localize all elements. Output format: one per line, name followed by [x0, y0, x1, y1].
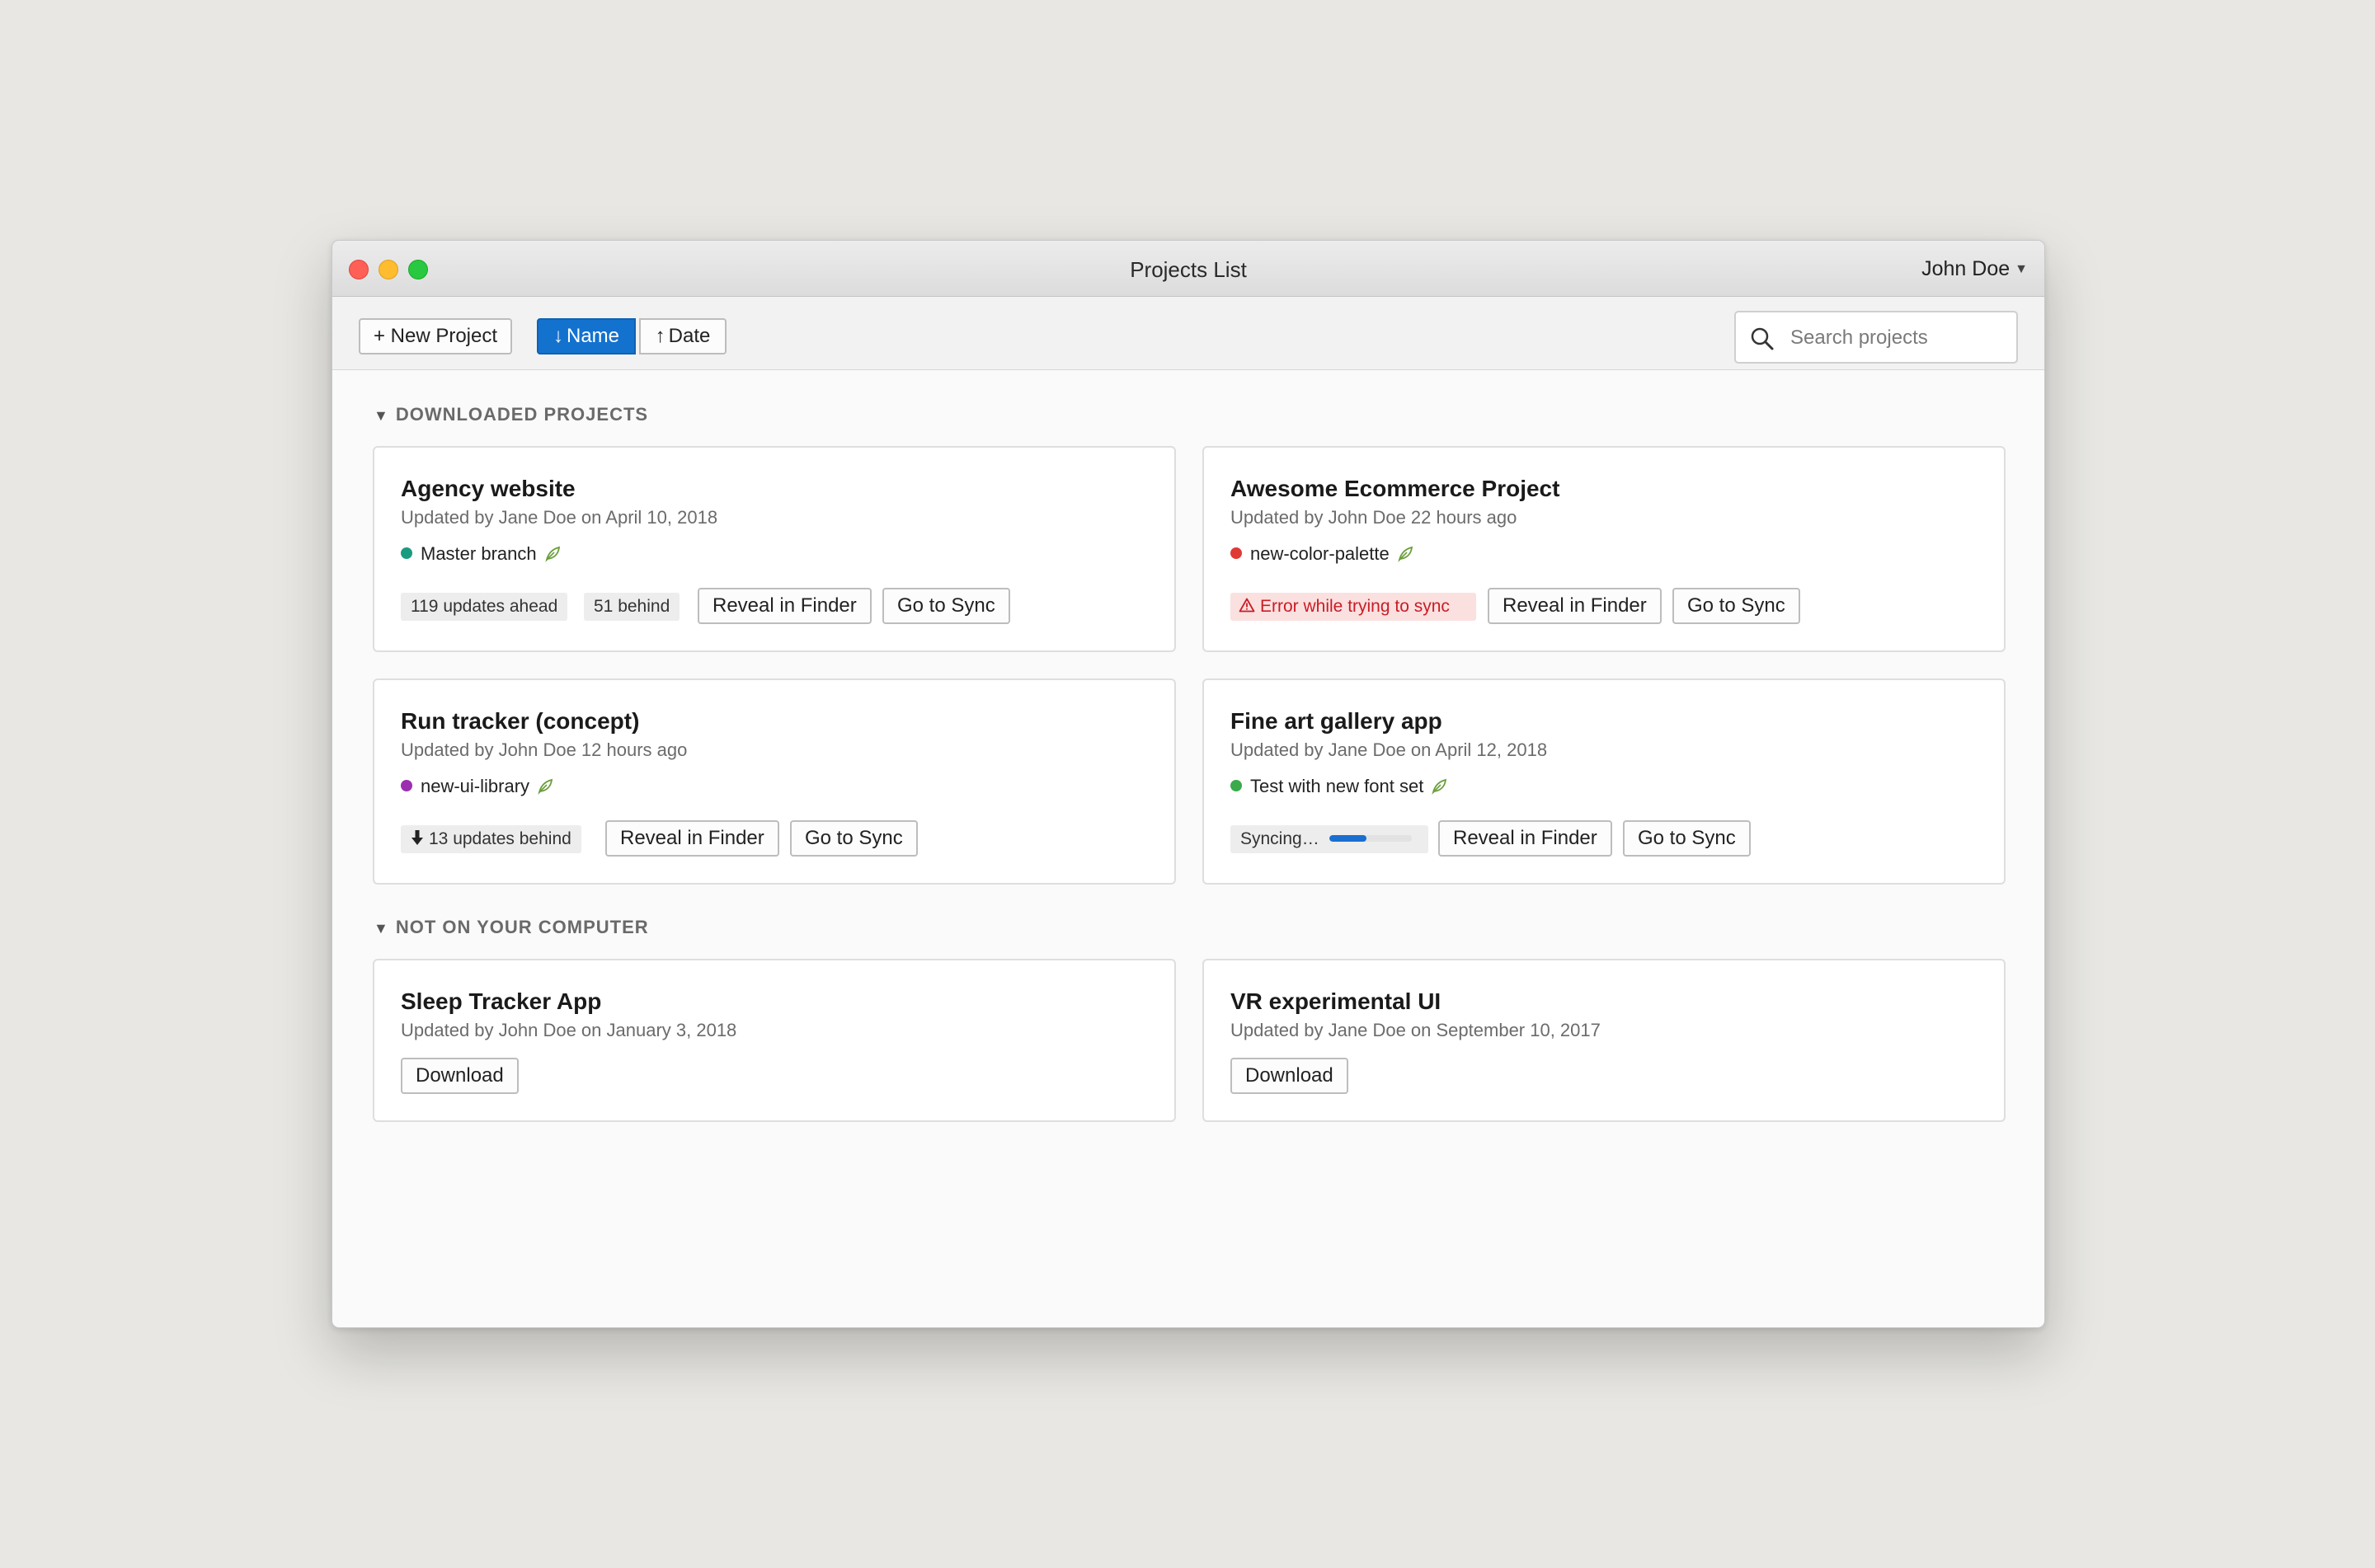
sync-progress-badge: Syncing… [1230, 825, 1428, 853]
leaf-icon [1398, 546, 1413, 562]
updates-behind-text: 13 updates behind [429, 829, 571, 848]
search-icon [1751, 327, 1774, 350]
arrow-down-icon: ↓ [553, 325, 563, 347]
sort-by-date-button[interactable]: ↑ Date [639, 318, 727, 354]
sync-progress-bar [1329, 835, 1412, 842]
reveal-in-finder-button[interactable]: Reveal in Finder [1438, 820, 1612, 857]
project-card: Run tracker (concept) Updated by John Do… [373, 678, 1176, 885]
window-title: Projects List [1130, 257, 1247, 282]
leaf-icon [538, 778, 553, 795]
leaf-icon [544, 546, 560, 562]
disclosure-triangle-icon: ▼ [374, 407, 389, 424]
download-button[interactable]: Download [1230, 1058, 1348, 1094]
arrow-up-icon: ↑ [655, 325, 665, 347]
go-to-sync-button[interactable]: Go to Sync [790, 820, 918, 857]
branch-name: Master branch [421, 543, 537, 564]
title-bar: Projects List John Doe ▼ [332, 241, 2044, 297]
project-updated: Updated by John Doe on January 3, 2018 [401, 1020, 737, 1040]
project-card: Agency website Updated by Jane Doe on Ap… [373, 446, 1176, 652]
search-input[interactable] [1789, 319, 2006, 357]
project-updated: Updated by John Doe 12 hours ago [401, 739, 688, 760]
syncing-label: Syncing… [1240, 829, 1319, 848]
sort-name-label: Name [566, 325, 620, 347]
branch-indicator: Test with new font set [1230, 776, 1448, 797]
project-name: Agency website [401, 476, 576, 501]
section-title: DOWNLOADED PROJECTS [395, 404, 649, 425]
branch-name: new-color-palette [1250, 543, 1390, 564]
section-not-on-computer[interactable]: ▼ NOT ON YOUR COMPUTER [374, 917, 649, 938]
go-to-sync-button[interactable]: Go to Sync [882, 588, 1010, 624]
sync-error-text: Error while trying to sync [1260, 597, 1450, 616]
project-updated: Updated by Jane Doe on April 10, 2018 [401, 507, 718, 528]
branch-indicator: Master branch [401, 543, 562, 565]
go-to-sync-button[interactable]: Go to Sync [1672, 588, 1800, 624]
user-name: John Doe [1921, 257, 2011, 280]
download-button[interactable]: Download [401, 1058, 519, 1094]
warning-icon [1239, 598, 1255, 613]
project-updated: Updated by Jane Doe on September 10, 201… [1230, 1020, 1601, 1040]
disclosure-triangle-icon: ▼ [374, 920, 389, 937]
leaf-icon [1432, 778, 1447, 795]
section-downloaded-projects[interactable]: ▼ DOWNLOADED PROJECTS [374, 404, 648, 425]
section-title: NOT ON YOUR COMPUTER [395, 917, 649, 937]
reveal-in-finder-button[interactable]: Reveal in Finder [1488, 588, 1662, 624]
branch-status-dot [1230, 547, 1242, 559]
updates-behind-badge: 13 updates behind [401, 825, 581, 853]
search-box[interactable] [1734, 311, 2018, 364]
new-project-button[interactable]: + New Project [359, 318, 512, 354]
project-name: Fine art gallery app [1230, 708, 1442, 734]
updates-behind-badge: 51 behind [584, 593, 680, 621]
user-menu[interactable]: John Doe ▼ [1921, 257, 2028, 281]
go-to-sync-button[interactable]: Go to Sync [1623, 820, 1751, 857]
updates-ahead-badge: 119 updates ahead [401, 593, 568, 621]
project-card: Fine art gallery app Updated by Jane Doe… [1202, 678, 2006, 885]
download-arrow-icon [412, 830, 423, 845]
toolbar: + New Project ↓ Name ↑ Date [332, 297, 2044, 370]
project-card: Awesome Ecommerce Project Updated by Joh… [1202, 446, 2006, 652]
branch-indicator: new-ui-library [401, 776, 554, 797]
branch-name: new-ui-library [421, 776, 530, 796]
sort-date-label: Date [668, 325, 711, 347]
project-name: Sleep Tracker App [401, 988, 602, 1014]
reveal-in-finder-button[interactable]: Reveal in Finder [605, 820, 779, 857]
sync-error-badge: Error while trying to sync [1230, 593, 1476, 621]
project-card: VR experimental UI Updated by Jane Doe o… [1202, 959, 2006, 1122]
project-name: VR experimental UI [1230, 988, 1441, 1014]
branch-status-dot [401, 780, 412, 791]
app-window: Projects List John Doe ▼ + New Project ↓ N… [332, 240, 2045, 1328]
branch-indicator: new-color-palette [1230, 543, 1414, 565]
branch-name: Test with new font set [1250, 776, 1424, 796]
project-updated: Updated by Jane Doe on April 12, 2018 [1230, 739, 1548, 760]
branch-status-dot [1230, 780, 1242, 791]
sort-by-name-button[interactable]: ↓ Name [537, 318, 636, 354]
project-card: Sleep Tracker App Updated by John Doe on… [373, 959, 1176, 1122]
project-name: Awesome Ecommerce Project [1230, 476, 1560, 501]
project-updated: Updated by John Doe 22 hours ago [1230, 507, 1517, 528]
sync-progress-fill [1329, 835, 1366, 842]
project-name: Run tracker (concept) [401, 708, 640, 734]
chevron-down-icon: ▼ [2015, 262, 2028, 276]
branch-status-dot [401, 547, 412, 559]
reveal-in-finder-button[interactable]: Reveal in Finder [698, 588, 872, 624]
